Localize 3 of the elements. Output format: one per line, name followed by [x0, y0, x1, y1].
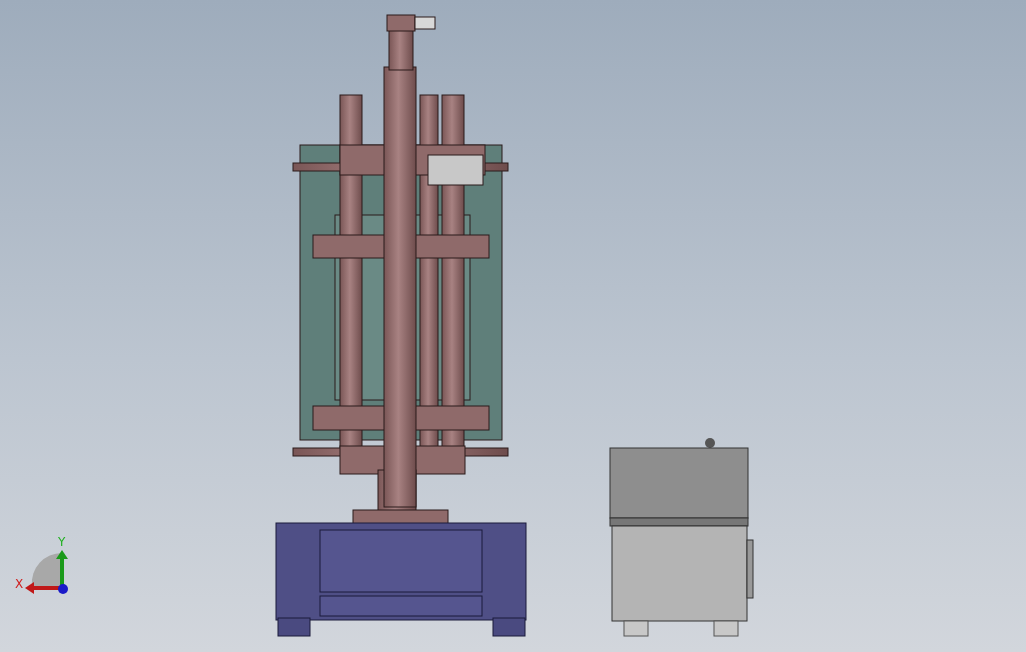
x-axis-label: X	[15, 577, 24, 591]
y-axis-label: Y	[58, 535, 66, 549]
axis-triad-icon	[25, 550, 68, 594]
